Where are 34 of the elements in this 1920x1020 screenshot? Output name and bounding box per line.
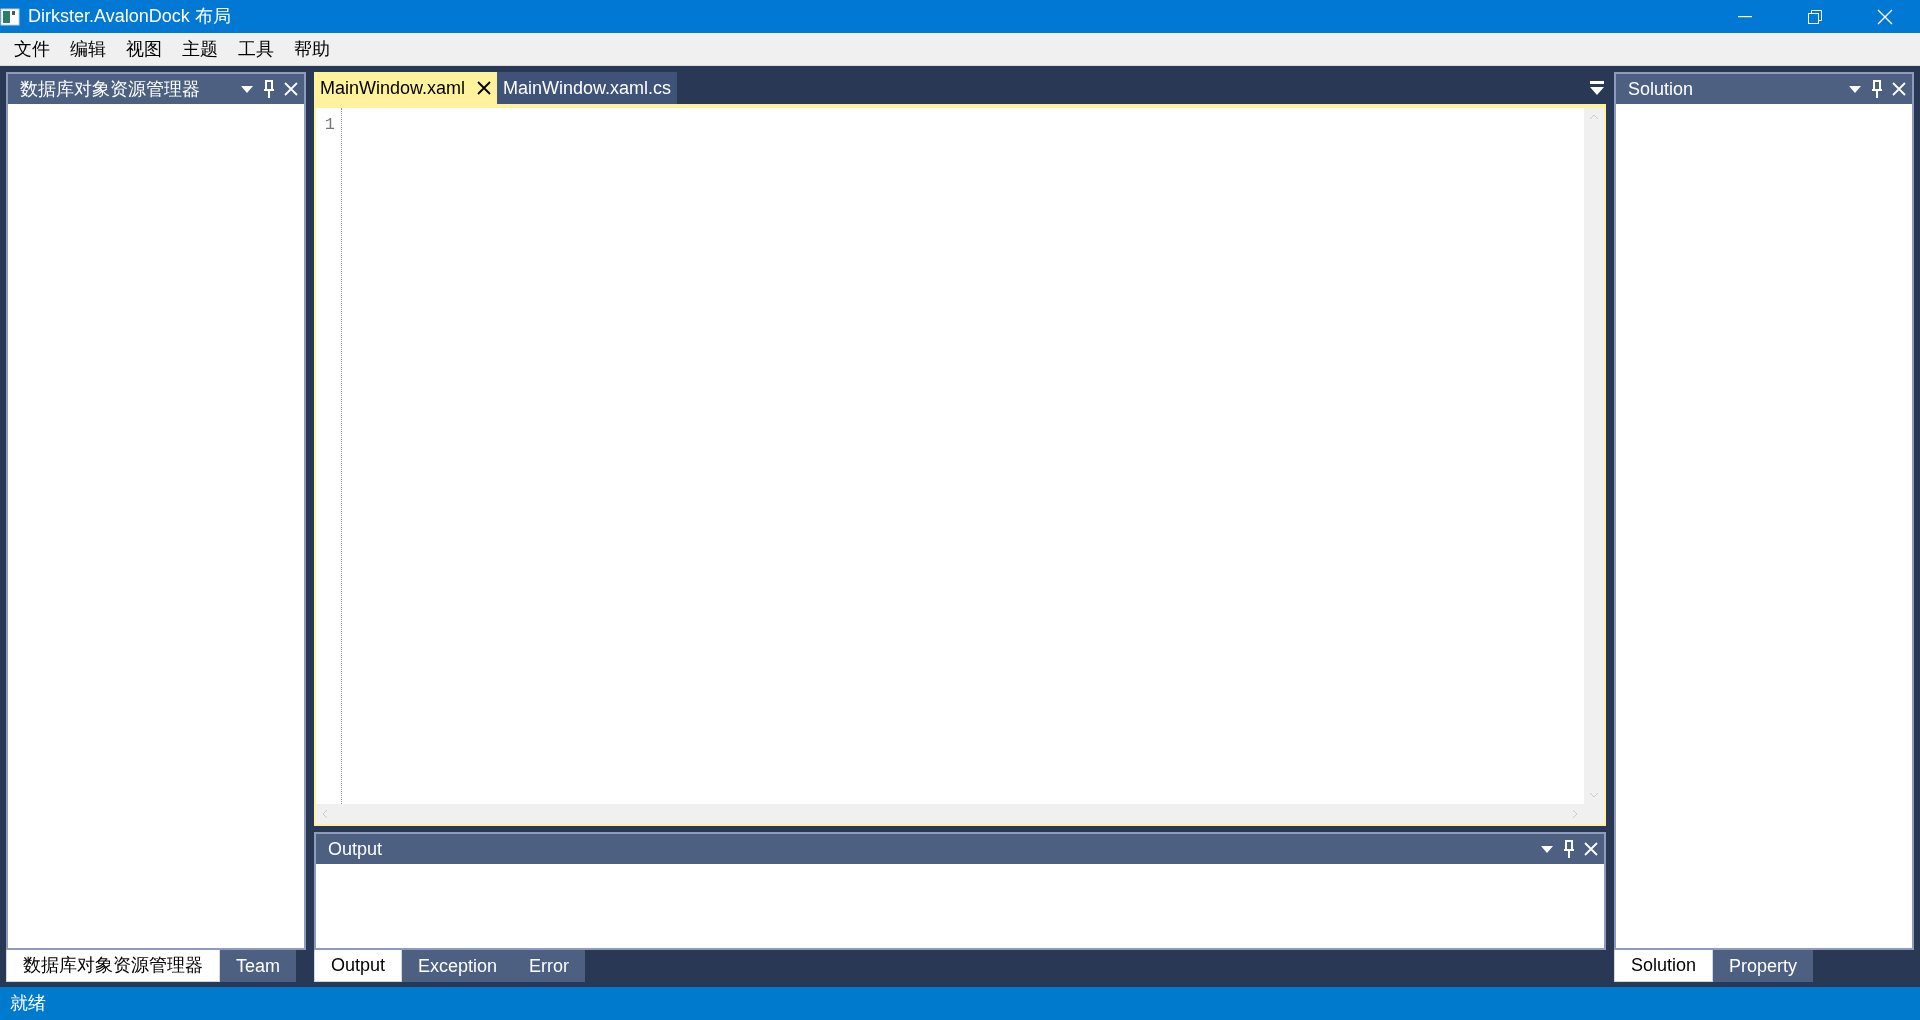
status-text: 就绪: [0, 987, 1920, 1020]
line-number: 1: [323, 114, 335, 136]
minimize-icon: [1738, 15, 1752, 18]
window-title: Dirkster.AvalonDock 布局: [28, 5, 231, 28]
pane-title: Output: [328, 837, 384, 861]
close-icon[interactable]: [477, 81, 492, 95]
dropdown-icon[interactable]: [1848, 84, 1862, 94]
menu-item[interactable]: 文件: [4, 33, 60, 65]
menu-item[interactable]: 视图: [116, 33, 172, 65]
pane-tab[interactable]: Exception: [402, 950, 514, 982]
document-tab[interactable]: MainWindow.xaml: [314, 72, 498, 104]
pane-title: Solution: [1628, 77, 1695, 101]
pane-tab[interactable]: Error: [513, 950, 586, 982]
pin-icon[interactable]: [1562, 840, 1576, 858]
tab-overflow-icon[interactable]: [1590, 80, 1604, 96]
dropdown-icon[interactable]: [240, 84, 254, 94]
menu-item[interactable]: 主题: [172, 33, 228, 65]
app-icon: [0, 7, 20, 26]
menu-item[interactable]: 编辑: [60, 33, 116, 65]
pane-tab[interactable]: Solution: [1614, 950, 1714, 982]
pin-icon[interactable]: [262, 80, 276, 98]
pane-tab[interactable]: 数据库对象资源管理器: [6, 950, 220, 982]
dropdown-icon[interactable]: [1540, 844, 1554, 854]
pane-title: 数据库对象资源管理器: [20, 77, 201, 101]
pane-tab[interactable]: Team: [220, 950, 296, 982]
document-tab[interactable]: MainWindow.xaml.cs: [497, 72, 678, 104]
pane-tab[interactable]: Property: [1713, 950, 1814, 982]
code-editor[interactable]: 1: [314, 104, 1606, 826]
pin-icon[interactable]: [1870, 80, 1884, 98]
close-icon: [1877, 8, 1893, 25]
menu-item[interactable]: 帮助: [284, 33, 340, 65]
pane-tab[interactable]: Output: [314, 950, 403, 982]
menu-item[interactable]: 工具: [228, 33, 284, 65]
restore-icon: [1808, 9, 1822, 24]
